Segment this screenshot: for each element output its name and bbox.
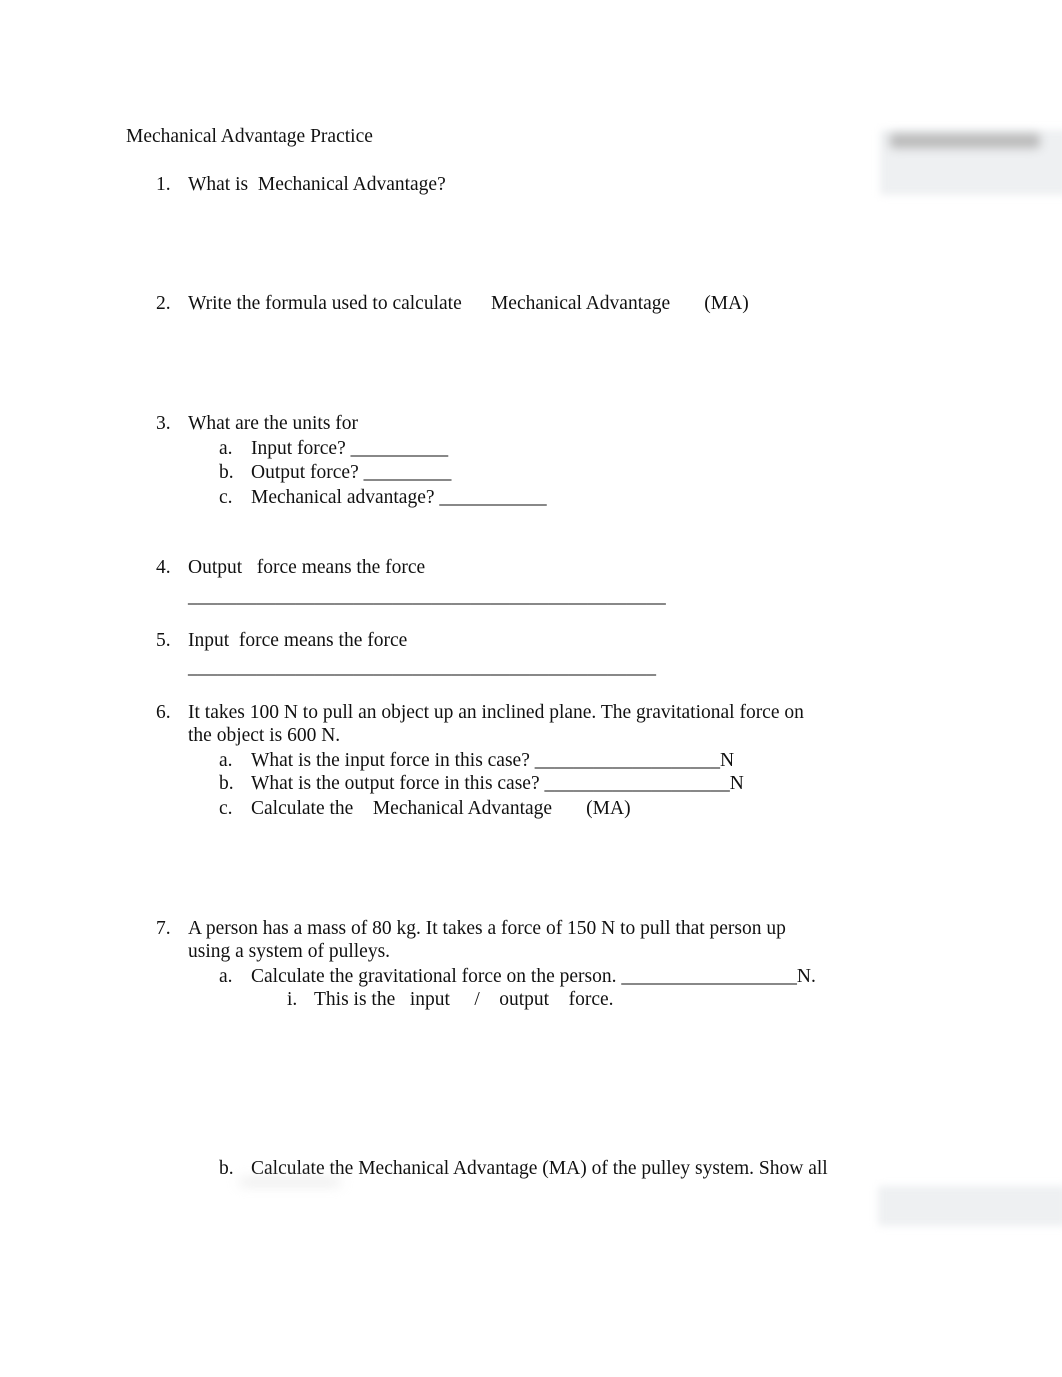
blurred-strip	[240, 1180, 340, 1184]
subquestion-text: Calculate the Mechanical Advantage (MA) …	[251, 1158, 828, 1179]
subquestion-text: What is the input force in this case? __…	[251, 750, 735, 771]
question-number: 7.	[156, 918, 171, 939]
question-text: Input force means the force	[188, 630, 408, 651]
subsubquestion-text: This is the input / output force.	[314, 989, 614, 1010]
question-text: using a system of pulleys.	[188, 941, 391, 962]
subquestion-text: Mechanical advantage? ___________	[251, 487, 547, 508]
question-text: the object is 600 N.	[188, 725, 341, 746]
question-text: It takes 100 N to pull an object up an i…	[188, 702, 804, 723]
question-text: A person has a mass of 80 kg. It takes a…	[188, 918, 786, 939]
answer-line: ________________________________________…	[188, 586, 666, 607]
question-text: Output force means the force	[188, 557, 426, 578]
question-text: What is Mechanical Advantage?	[188, 174, 446, 195]
answer-line: ________________________________________…	[188, 657, 656, 678]
question-number: 3.	[156, 413, 171, 434]
question-number: 6.	[156, 702, 171, 723]
subquestion-text: Output force? _________	[251, 462, 452, 483]
subquestion-label: a.	[219, 750, 233, 771]
subquestion-text: Input force? __________	[251, 438, 449, 459]
subquestion-label: a.	[219, 966, 233, 987]
subquestion-label: c.	[219, 798, 233, 819]
question-number: 5.	[156, 630, 171, 651]
question-number: 2.	[156, 293, 171, 314]
question-text: What are the units for	[188, 413, 359, 434]
subquestion-label: c.	[219, 487, 233, 508]
page-title: Mechanical Advantage Practice	[126, 126, 373, 147]
subquestion-label: b.	[219, 462, 234, 483]
subquestion-label: b.	[219, 1158, 234, 1179]
subquestion-label: b.	[219, 773, 234, 794]
subquestion-text: Calculate the Mechanical Advantage (MA)	[251, 798, 631, 819]
question-number: 4.	[156, 557, 171, 578]
subquestion-label: a.	[219, 438, 233, 459]
question-text: Write the formula used to calculate Mech…	[188, 293, 749, 314]
subsubquestion-label: i.	[287, 989, 298, 1010]
question-number: 1.	[156, 174, 171, 195]
subquestion-text: What is the output force in this case? _…	[251, 773, 744, 794]
subquestion-text: Calculate the gravitational force on the…	[251, 966, 816, 987]
